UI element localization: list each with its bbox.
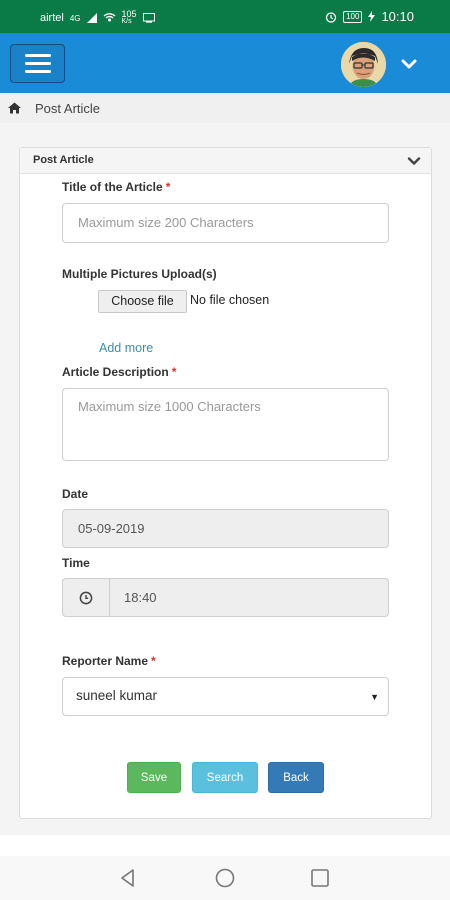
time-input[interactable]: 18:40 xyxy=(109,578,389,617)
article-description-textarea[interactable]: Maximum size 1000 Characters xyxy=(62,388,389,461)
file-status-text: No file chosen xyxy=(190,293,270,307)
clock-time: 10:10 xyxy=(381,9,414,24)
post-article-panel: Post Article xyxy=(19,147,432,819)
article-title-input[interactable]: Maximum size 200 Characters xyxy=(62,203,389,243)
reporter-select[interactable]: suneel kumar ▼ xyxy=(62,677,389,716)
battery-icon: 100 xyxy=(343,10,363,23)
caret-down-icon: ▼ xyxy=(370,692,379,702)
signal-icon xyxy=(86,13,97,23)
avatar-illustration xyxy=(341,42,386,87)
user-avatar[interactable] xyxy=(339,40,388,89)
network-speed: 105 K/s xyxy=(122,10,137,26)
choose-file-button[interactable]: Choose file xyxy=(98,290,187,313)
reporter-field-label: Reporter Name * xyxy=(62,654,156,668)
reporter-label-text: Reporter Name xyxy=(62,654,149,668)
date-input[interactable]: 05-09-2019 xyxy=(62,509,389,548)
save-button[interactable]: Save xyxy=(127,762,181,793)
wifi-hotspot-icon xyxy=(103,12,115,21)
screen-cast-icon xyxy=(142,13,155,23)
add-more-link[interactable]: Add more xyxy=(99,341,153,355)
hamburger-menu-icon[interactable] xyxy=(10,44,65,83)
carrier-label: airtel xyxy=(40,12,64,24)
required-mark: * xyxy=(171,365,177,379)
reporter-selected-value: suneel kumar xyxy=(76,688,158,703)
speed-unit: K/s xyxy=(121,18,132,25)
time-addon xyxy=(62,578,109,617)
nav-home-icon[interactable] xyxy=(215,868,235,888)
time-field-label: Time xyxy=(62,556,90,570)
alarm-icon xyxy=(325,11,337,23)
search-button[interactable]: Search xyxy=(192,762,258,793)
battery-level: 100 xyxy=(346,11,360,21)
app-header xyxy=(0,33,450,93)
home-icon[interactable] xyxy=(8,102,21,114)
chevron-down-icon[interactable] xyxy=(400,55,418,73)
required-mark: * xyxy=(165,180,171,194)
back-button[interactable]: Back xyxy=(268,762,324,793)
description-label-text: Article Description xyxy=(62,365,169,379)
article-title-placeholder: Maximum size 200 Characters xyxy=(78,215,254,230)
article-description-placeholder: Maximum size 1000 Characters xyxy=(78,399,261,414)
system-nav-bar xyxy=(0,856,450,900)
status-bar-left: airtel 4G 105 K/s xyxy=(40,10,155,26)
charging-icon xyxy=(368,11,376,22)
title-label-text: Title of the Article xyxy=(62,180,163,194)
time-value: 18:40 xyxy=(124,590,157,605)
panel-header[interactable]: Post Article xyxy=(20,148,431,174)
nav-back-icon[interactable] xyxy=(118,868,138,888)
panel-title: Post Article xyxy=(33,154,94,166)
nav-recents-icon[interactable] xyxy=(311,869,329,887)
breadcrumb: Post Article xyxy=(0,93,450,123)
clock-icon xyxy=(79,591,93,605)
speed-value: 105 xyxy=(121,9,137,19)
pictures-field-label: Multiple Pictures Upload(s) xyxy=(62,267,217,281)
status-bar: airtel 4G 105 K/s 100 10:10 xyxy=(0,0,450,33)
network-type: 4G xyxy=(69,13,81,23)
description-field-label: Article Description * xyxy=(62,365,176,379)
date-value: 05-09-2019 xyxy=(78,521,145,536)
title-field-label: Title of the Article * xyxy=(62,180,170,194)
chevron-down-icon[interactable] xyxy=(407,154,421,168)
date-field-label: Date xyxy=(62,487,89,501)
status-bar-right: 100 10:10 xyxy=(325,9,414,24)
breadcrumb-current: Post Article xyxy=(35,100,101,116)
required-mark: * xyxy=(151,654,156,668)
